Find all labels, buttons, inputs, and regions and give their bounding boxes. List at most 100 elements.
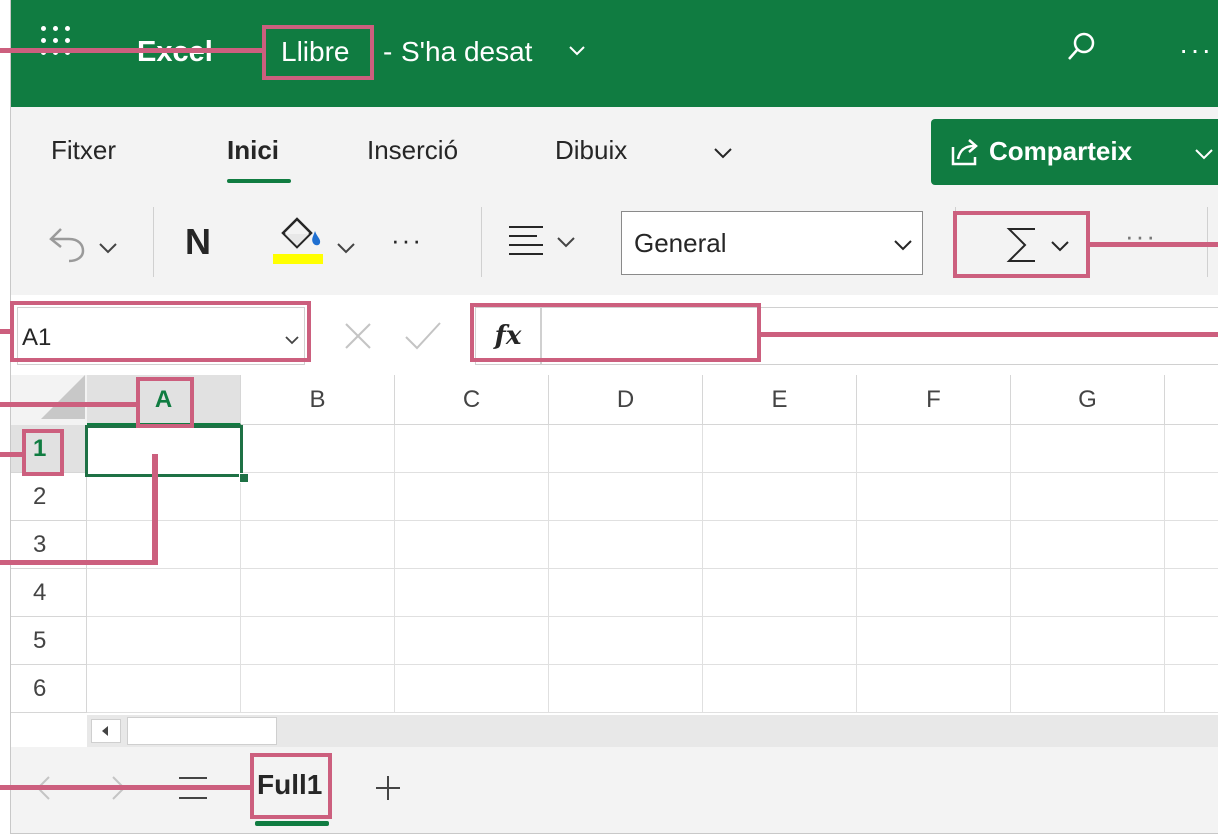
grid-cell[interactable]	[87, 665, 241, 713]
active-cell-a1[interactable]	[85, 425, 243, 477]
grid-cell[interactable]	[241, 617, 395, 665]
grid-cell[interactable]	[703, 665, 857, 713]
grid-cell[interactable]	[1011, 521, 1165, 569]
tab-draw[interactable]: Dibuix	[555, 135, 627, 166]
fill-handle[interactable]	[239, 473, 249, 483]
grid-cell[interactable]	[549, 473, 703, 521]
share-icon	[951, 139, 978, 166]
grid-cell[interactable]	[857, 665, 1011, 713]
column-header-e[interactable]: E	[703, 375, 857, 425]
align-left-icon	[509, 226, 543, 255]
grid-cell[interactable]	[857, 521, 1011, 569]
grid-cell[interactable]	[87, 617, 241, 665]
grid-cell[interactable]	[1011, 665, 1165, 713]
align-button[interactable]	[501, 207, 597, 277]
callout-line-cell-vertical	[152, 454, 158, 564]
grid-cell[interactable]	[703, 617, 857, 665]
row-header-4[interactable]: 4	[11, 569, 87, 617]
more-options-icon[interactable]: ···	[1179, 34, 1213, 66]
grid-cell[interactable]	[857, 569, 1011, 617]
more-formatting-button[interactable]: ···	[391, 207, 445, 277]
chevron-down-icon	[557, 237, 575, 248]
callout-line-name-box	[0, 329, 10, 334]
grid-cell[interactable]	[857, 617, 1011, 665]
grid-cell[interactable]	[857, 473, 1011, 521]
grid-cell[interactable]	[1165, 569, 1218, 617]
search-icon[interactable]	[1066, 30, 1098, 62]
undo-button[interactable]	[45, 207, 135, 277]
confirm-icon[interactable]	[403, 319, 443, 353]
column-header-f[interactable]: F	[857, 375, 1011, 425]
active-tab-indicator	[227, 179, 291, 183]
callout-box-formula-bar	[470, 303, 761, 362]
chevron-down-icon	[99, 243, 117, 254]
column-header-d[interactable]: D	[549, 375, 703, 425]
chevron-down-icon	[894, 240, 912, 251]
grid-cell[interactable]	[241, 665, 395, 713]
grid-cell[interactable]	[1011, 569, 1165, 617]
grid-cell[interactable]	[395, 521, 549, 569]
grid-cell[interactable]	[703, 425, 857, 473]
add-sheet-icon[interactable]	[373, 773, 403, 803]
grid-cell[interactable]	[241, 473, 395, 521]
more-tabs-chevron-icon[interactable]	[711, 141, 735, 165]
tab-file[interactable]: Fitxer	[51, 135, 116, 166]
toolbar-divider	[481, 207, 482, 277]
row-header-2[interactable]: 2	[11, 473, 87, 521]
more-toolbar-button[interactable]: ···	[1125, 221, 1157, 252]
grid-cell[interactable]	[703, 521, 857, 569]
grid-cell[interactable]	[703, 473, 857, 521]
grid-cell[interactable]	[87, 473, 241, 521]
title-bar: Excel Llibre - S'ha desat ···	[11, 0, 1218, 107]
column-header-h[interactable]	[1165, 375, 1218, 425]
grid-cell[interactable]	[241, 425, 395, 473]
grid-cell[interactable]	[395, 665, 549, 713]
grid-cell[interactable]	[395, 473, 549, 521]
tab-home[interactable]: Inici	[227, 135, 279, 166]
column-header-b[interactable]: B	[241, 375, 395, 425]
grid-cell[interactable]	[87, 569, 241, 617]
tab-insert[interactable]: Inserció	[367, 135, 458, 166]
grid-cell[interactable]	[1165, 521, 1218, 569]
share-button[interactable]: Comparteix	[931, 119, 1218, 185]
grid-cell[interactable]	[241, 521, 395, 569]
grid-cell[interactable]	[549, 425, 703, 473]
callout-line-cell-horizontal	[0, 560, 158, 565]
column-header-g[interactable]: G	[1011, 375, 1165, 425]
active-sheet-indicator	[255, 821, 329, 826]
grid-cell[interactable]	[549, 569, 703, 617]
grid-cell[interactable]	[1011, 425, 1165, 473]
save-status[interactable]: S'ha desat	[401, 36, 532, 68]
row-header-6[interactable]: 6	[11, 665, 87, 713]
grid-cell[interactable]	[1011, 473, 1165, 521]
cancel-icon[interactable]	[341, 319, 375, 353]
callout-box-autosum	[953, 211, 1090, 278]
grid-cell[interactable]	[1165, 665, 1218, 713]
grid-cell[interactable]	[1011, 617, 1165, 665]
grid-cell[interactable]	[549, 665, 703, 713]
bold-button[interactable]: N	[173, 207, 223, 277]
grid-cell[interactable]	[395, 569, 549, 617]
grid-cell[interactable]	[703, 569, 857, 617]
grid-cell[interactable]	[857, 425, 1011, 473]
horizontal-scrollbar[interactable]	[87, 715, 1218, 747]
fill-color-button[interactable]	[271, 207, 371, 277]
grid-cell[interactable]	[549, 617, 703, 665]
grid-cell[interactable]	[241, 569, 395, 617]
grid-cell[interactable]	[1165, 425, 1218, 473]
number-format-dropdown[interactable]: General	[621, 211, 923, 275]
grid-cell[interactable]	[395, 425, 549, 473]
scrollbar-thumb[interactable]	[127, 717, 277, 745]
column-header-c[interactable]: C	[395, 375, 549, 425]
grid-cell[interactable]	[395, 617, 549, 665]
callout-line-row-header	[0, 452, 22, 457]
grid-cell[interactable]	[1165, 473, 1218, 521]
row-header-5[interactable]: 5	[11, 617, 87, 665]
scroll-left-button[interactable]	[91, 719, 121, 743]
callout-box-document-name	[262, 25, 374, 80]
chevron-down-icon[interactable]	[567, 40, 587, 60]
paint-bucket-icon	[281, 217, 321, 249]
grid-cell[interactable]	[1165, 617, 1218, 665]
select-all-corner[interactable]	[11, 375, 87, 425]
grid-cell[interactable]	[549, 521, 703, 569]
